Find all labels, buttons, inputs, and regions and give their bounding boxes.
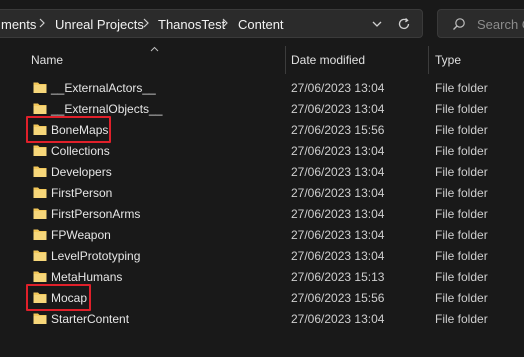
file-type: File folder bbox=[435, 144, 488, 158]
list-item[interactable]: StarterContent 27/06/2023 13:04 File folde… bbox=[0, 309, 524, 330]
file-date-modified: 27/06/2023 13:04 bbox=[291, 186, 385, 200]
chevron-right-icon[interactable] bbox=[220, 16, 230, 30]
sort-ascending-icon bbox=[150, 41, 159, 52]
search-icon bbox=[452, 17, 466, 31]
file-date-modified: 27/06/2023 13:04 bbox=[291, 165, 385, 179]
folder-icon bbox=[33, 165, 47, 178]
folder-icon bbox=[33, 249, 47, 262]
column-header-name[interactable]: Name bbox=[31, 53, 63, 67]
column-header-type[interactable]: Type bbox=[435, 53, 461, 67]
highlight-annotation-box bbox=[26, 284, 91, 311]
file-type: File folder bbox=[435, 81, 488, 95]
search-input[interactable]: Search C bbox=[437, 9, 524, 38]
file-date-modified: 27/06/2023 13:04 bbox=[291, 228, 385, 242]
file-name: __ExternalActors__ bbox=[51, 81, 156, 95]
file-name: Developers bbox=[51, 165, 112, 179]
folder-icon bbox=[33, 81, 47, 94]
list-item[interactable]: __ExternalActors__ 27/06/2023 13:04 File f… bbox=[0, 78, 524, 99]
list-item[interactable]: FirstPerson 27/06/2023 13:04 File folder bbox=[0, 183, 524, 204]
breadcrumb[interactable]: ments Unreal Projects ThanosTest Content bbox=[0, 9, 423, 38]
file-date-modified: 27/06/2023 13:04 bbox=[291, 144, 385, 158]
file-type: File folder bbox=[435, 102, 488, 116]
folder-icon bbox=[33, 144, 47, 157]
file-date-modified: 27/06/2023 15:56 bbox=[291, 291, 385, 305]
search-placeholder: Search C bbox=[477, 17, 524, 32]
list-item[interactable]: Collections 27/06/2023 13:04 File folder bbox=[0, 141, 524, 162]
chevron-right-icon[interactable] bbox=[37, 16, 47, 30]
list-item[interactable]: Developers 27/06/2023 13:04 File folder bbox=[0, 162, 524, 183]
file-date-modified: 27/06/2023 13:04 bbox=[291, 312, 385, 326]
file-date-modified: 27/06/2023 13:04 bbox=[291, 207, 385, 221]
folder-icon bbox=[33, 312, 47, 325]
breadcrumb-item-documents[interactable]: ments bbox=[1, 17, 36, 32]
folder-icon bbox=[33, 270, 47, 283]
list-item[interactable]: Mocap 27/06/2023 15:56 File folder bbox=[0, 284, 524, 311]
column-divider[interactable] bbox=[428, 46, 429, 74]
file-date-modified: 27/06/2023 13:04 bbox=[291, 249, 385, 263]
list-item[interactable]: FPWeapon 27/06/2023 13:04 File folder bbox=[0, 225, 524, 246]
file-date-modified: 27/06/2023 13:04 bbox=[291, 81, 385, 95]
file-name: StarterContent bbox=[51, 312, 130, 326]
file-name: Collections bbox=[51, 144, 110, 158]
file-type: File folder bbox=[435, 186, 488, 200]
file-name: __ExternalObjects__ bbox=[51, 102, 163, 116]
file-name: MetaHumans bbox=[51, 270, 123, 284]
file-type: File folder bbox=[435, 207, 488, 221]
breadcrumb-item-unreal-projects[interactable]: Unreal Projects bbox=[55, 17, 144, 32]
breadcrumb-item-thanostest[interactable]: ThanosTest bbox=[158, 17, 225, 32]
list-item[interactable]: FirstPersonArms 27/06/2023 13:04 File fold… bbox=[0, 204, 524, 225]
file-name: LevelPrototyping bbox=[51, 249, 141, 263]
file-type: File folder bbox=[435, 165, 488, 179]
folder-icon bbox=[33, 207, 47, 220]
file-date-modified: 27/06/2023 15:13 bbox=[291, 270, 385, 284]
file-name: FirstPerson bbox=[51, 186, 113, 200]
breadcrumb-item-content[interactable]: Content bbox=[238, 17, 284, 32]
refresh-icon[interactable] bbox=[396, 16, 412, 32]
chevron-down-icon[interactable] bbox=[369, 16, 385, 32]
folder-icon bbox=[33, 186, 47, 199]
chevron-right-icon[interactable] bbox=[141, 16, 151, 30]
list-item[interactable]: BoneMaps 27/06/2023 15:56 File folder bbox=[0, 116, 524, 143]
file-type: File folder bbox=[435, 312, 488, 326]
list-item[interactable]: LevelPrototyping 27/06/2023 13:04 File fol… bbox=[0, 246, 524, 267]
file-type: File folder bbox=[435, 270, 488, 284]
column-header-date-modified[interactable]: Date modified bbox=[291, 53, 365, 67]
folder-icon bbox=[33, 102, 47, 115]
folder-icon bbox=[33, 228, 47, 241]
file-type: File folder bbox=[435, 291, 488, 305]
file-type: File folder bbox=[435, 249, 488, 263]
file-type: File folder bbox=[435, 228, 488, 242]
file-type: File folder bbox=[435, 123, 488, 137]
highlight-annotation-box bbox=[26, 116, 111, 143]
column-divider[interactable] bbox=[285, 46, 286, 74]
file-name: FirstPersonArms bbox=[51, 207, 141, 221]
file-name: FPWeapon bbox=[51, 228, 111, 242]
file-date-modified: 27/06/2023 15:56 bbox=[291, 123, 385, 137]
file-date-modified: 27/06/2023 13:04 bbox=[291, 102, 385, 116]
address-bar: ments Unreal Projects ThanosTest Content bbox=[0, 0, 524, 46]
